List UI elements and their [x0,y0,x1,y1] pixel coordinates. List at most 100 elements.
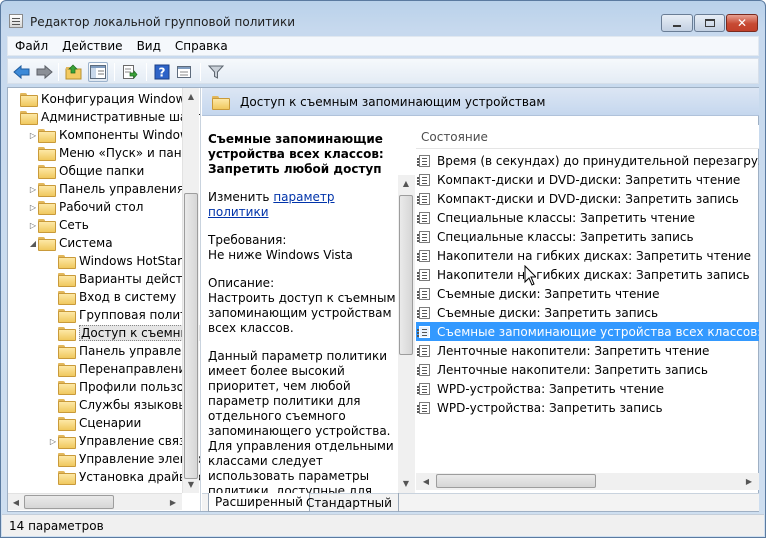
requirements-block: Требования: Не ниже Windows Vista [208,233,396,263]
filter-button[interactable] [206,62,226,82]
export-list-button[interactable] [120,62,140,82]
policy-setting-icon [417,306,430,319]
scroll-left-arrow-icon[interactable]: ◀ [8,494,24,510]
tree-item[interactable]: ▷ Сеть [28,216,89,234]
tree-item[interactable]: Групповая полити [48,306,195,324]
maximize-button[interactable] [694,14,725,32]
scroll-right-arrow-icon[interactable]: ▶ [741,473,757,489]
scroll-down-arrow-icon[interactable]: ▼ [183,476,199,492]
folder-icon [58,381,76,395]
policy-setting-icon [417,268,430,281]
forward-icon [36,64,53,80]
policy-setting-label: Съемные запоминающие устройства всех кла… [437,324,759,339]
tree-item[interactable]: ▷ Рабочий стол [28,198,143,216]
tree-item[interactable]: Панель управлени [48,342,197,360]
list-horizontal-scrollbar[interactable]: ◀ ▶ [416,473,759,490]
policy-setting-row[interactable]: Время (в секундах) до принудительной пер… [416,151,759,170]
policy-setting-row[interactable]: Накопители на гибких дисках: Запретить з… [416,265,759,284]
show-hide-tree-button[interactable] [88,62,108,82]
tree-item[interactable]: Вход в систему [48,288,176,306]
tree-item[interactable]: Административные шабл [10,108,201,126]
tab-standard[interactable]: Стандартный [300,493,399,512]
tab-extended[interactable]: Расширенный [208,493,310,512]
tree-item-label: Административные шабл [41,110,201,124]
forward-button[interactable] [34,62,54,82]
tree-scroll-thumb[interactable] [184,193,198,479]
tree-item[interactable]: Меню «Пуск» и панел [28,144,197,162]
up-folder-icon [65,64,82,80]
policy-setting-icon [417,173,430,186]
properties-button[interactable] [174,62,194,82]
tree-hscroll-thumb[interactable] [24,495,114,509]
help-button[interactable]: ? [152,62,172,82]
policy-setting-row[interactable]: Ленточные накопители: Запретить запись [416,360,759,379]
column-header-state[interactable]: Состояние [416,125,759,149]
edit-policy-line: Изменить параметр политики [208,190,396,220]
folder-icon [38,129,56,143]
menu-view[interactable]: Вид [130,39,168,53]
tree-item[interactable]: ◢ Система [28,234,113,252]
tree-item[interactable]: Службы языковых [48,396,195,414]
menu-file[interactable]: Файл [8,39,55,53]
back-button[interactable] [12,62,32,82]
description-scroll-thumb[interactable] [399,195,413,355]
description-pane: Съемные запоминающие устройства всех кла… [202,117,416,493]
expand-arrow-icon[interactable]: ▷ [28,202,38,212]
tree-item[interactable]: ▷ Управление связь [48,432,192,450]
menu-help[interactable]: Справка [168,39,235,53]
policy-setting-icon [417,287,430,300]
settings-list: Состояние Время (в секундах) до принудит… [416,117,759,493]
policy-setting-label: Ленточные накопители: Запретить запись [437,362,708,377]
policy-setting-row[interactable]: Накопители на гибких дисках: Запретить ч… [416,246,759,265]
up-one-level-button[interactable] [64,62,84,82]
expand-arrow-icon[interactable]: ▷ [48,436,58,446]
tree-item[interactable]: Перенаправление [48,360,194,378]
tree-item-label: Панель управлени [79,344,197,358]
requirements-label: Требования: [208,233,287,247]
requirements-value: Не ниже Windows Vista [208,248,353,262]
expand-arrow-icon[interactable]: ▷ [28,130,38,140]
app-icon [9,14,23,28]
description-scrollbar[interactable]: ▲ ▼ [398,175,415,493]
policy-setting-row[interactable]: Съемные диски: Запретить запись [416,303,759,322]
policy-setting-label: Компакт-диски и DVD-диски: Запретить чте… [437,172,741,187]
tree-item[interactable]: ▷ Панель управления [28,180,184,198]
close-button[interactable]: ✕ [726,14,758,32]
policy-setting-row[interactable]: Специальные классы: Запретить чтение [416,208,759,227]
tree-item[interactable]: Управление электр [48,450,200,468]
expand-arrow-icon[interactable]: ◢ [28,238,38,248]
tree-item[interactable]: Сценарии [48,414,141,432]
tree-item[interactable]: Общие папки [28,162,144,180]
expand-arrow-icon[interactable]: ▷ [28,220,38,230]
policy-setting-row[interactable]: Ленточные накопители: Запретить чтение [416,341,759,360]
tree-item[interactable]: Конфигурация Windows [10,90,192,108]
policy-setting-row[interactable]: Съемные диски: Запретить чтение [416,284,759,303]
scroll-down-arrow-icon[interactable]: ▼ [398,475,414,491]
tree-vertical-scrollbar[interactable]: ▲ ▼ [182,88,199,493]
tree-item[interactable]: Варианты действи [48,270,197,288]
scroll-up-arrow-icon[interactable]: ▲ [398,175,414,191]
minimize-button[interactable] [661,14,693,32]
policy-setting-row[interactable]: WPD-устройства: Запретить запись [416,398,759,417]
tree-item[interactable]: ▷ Компоненты Windows [28,126,196,144]
scroll-right-arrow-icon[interactable]: ▶ [165,494,181,510]
policy-setting-row[interactable]: Съемные запоминающие устройства всех кла… [416,322,759,341]
scroll-up-arrow-icon[interactable]: ▲ [183,88,199,104]
policy-setting-row[interactable]: WPD-устройства: Запретить чтение [416,379,759,398]
toolbar-separator [200,63,201,81]
tree-item[interactable]: Профили пользов [48,378,191,396]
expand-arrow-icon[interactable]: ▷ [28,184,38,194]
policy-setting-row[interactable]: Компакт-диски и DVD-диски: Запретить зап… [416,189,759,208]
title-bar[interactable]: Редактор локальной групповой политики ✕ [1,1,765,33]
tree-item[interactable]: Windows HotStart [48,252,187,270]
list-hscroll-thumb[interactable] [436,474,596,488]
menu-action[interactable]: Действие [55,39,129,53]
tree-item-label: Групповая полити [79,308,195,322]
policy-setting-row[interactable]: Специальные классы: Запретить запись [416,227,759,246]
policy-setting-row[interactable]: Компакт-диски и DVD-диски: Запретить чте… [416,170,759,189]
tree-item[interactable]: Доступ к съемным [48,324,200,342]
tree-horizontal-scrollbar[interactable]: ◀ ▶ [8,493,182,510]
scroll-left-arrow-icon[interactable]: ◀ [418,473,434,489]
minimize-icon [673,24,681,27]
tree-item[interactable]: Установка драйвер [48,468,200,486]
